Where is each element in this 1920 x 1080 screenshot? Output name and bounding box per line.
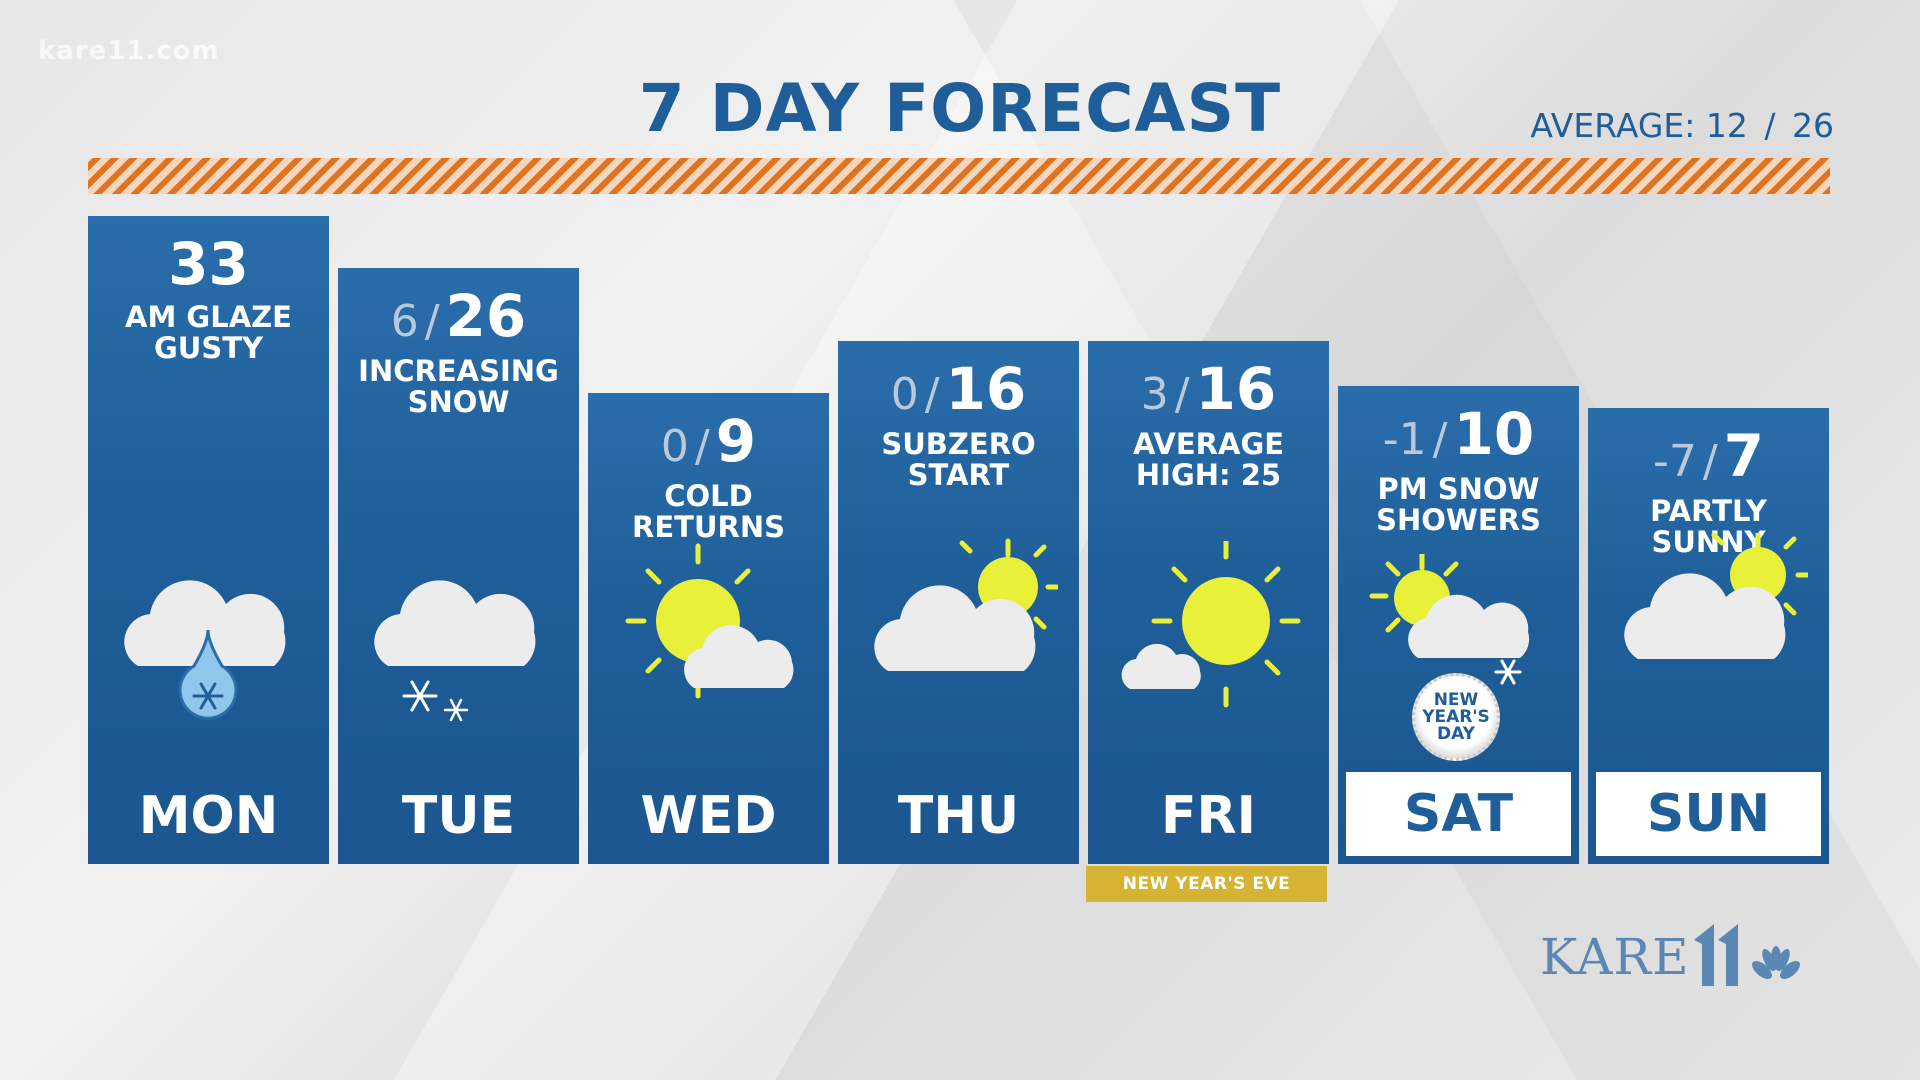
temperature-row: 0/16 (890, 355, 1027, 423)
average-label: AVERAGE: (1530, 106, 1696, 145)
condition-line: PM SNOW (1377, 472, 1540, 506)
high-temp: 9 (715, 407, 757, 475)
day-label: FRI (1161, 786, 1256, 846)
condition-line: START (907, 458, 1010, 492)
low-temp: -7 (1652, 436, 1697, 487)
low-temp: 6 (390, 296, 419, 347)
high-temp: 33 (168, 230, 249, 298)
day-label: MON (138, 786, 279, 846)
temperature-row: 6/26 (390, 282, 527, 350)
day-label: TUE (401, 786, 516, 846)
condition-text: COLD RETURNS (588, 481, 829, 543)
condition-text: AVERAGE HIGH: 25 (1088, 429, 1329, 491)
high-temp: 26 (445, 282, 527, 350)
forecast-column-sun: -7/7 PARTLY SUNNY SUN (1588, 408, 1829, 864)
condition-line: INCREASING (358, 354, 559, 388)
low-temp: 0 (660, 421, 689, 472)
day-label-box: SUN (1596, 772, 1821, 856)
cloud-freezing-rain-icon (124, 580, 286, 720)
high-temp: 16 (1195, 355, 1277, 423)
high-temp: 16 (945, 355, 1027, 423)
condition-text: INCREASING SNOW (338, 356, 579, 418)
day-label: THU (897, 786, 1020, 846)
average-separator: / (1764, 106, 1776, 145)
average-low: 12 (1705, 106, 1748, 145)
average-high: 26 (1792, 106, 1834, 145)
forecast-column-wed: 0/9 COLD RETURNS WED (588, 393, 829, 864)
temperature-row: 33 (88, 230, 329, 298)
orange-stripe-divider (88, 158, 1830, 194)
peacock-icon (1752, 946, 1800, 979)
low-temp: 0 (890, 369, 919, 420)
condition-line: GUSTY (153, 331, 264, 365)
badge-line: DAY (1437, 723, 1475, 744)
condition-line: SHOWERS (1376, 503, 1541, 537)
station-logo: KARE (1540, 920, 1800, 990)
low-temp: 3 (1140, 369, 1169, 420)
forecast-column-mon: 33 AM GLAZE GUSTY MON (88, 216, 329, 864)
condition-line: SNOW (407, 385, 510, 419)
day-label: WED (640, 786, 777, 846)
badge-line: YEAR'S (1422, 706, 1490, 727)
partly-cloudy-icon (874, 538, 1058, 671)
partly-cloudy-icon (1624, 533, 1808, 659)
average-temps: AVERAGE: 12 / 26 (1530, 106, 1834, 145)
condition-text: PM SNOW SHOWERS (1338, 474, 1579, 536)
forecast-column-tue: 6/26 INCREASING SNOW TUE (338, 268, 579, 864)
cloud-snow-icon (374, 580, 536, 722)
condition-text: SUBZERO START (838, 429, 1079, 491)
condition-line: PARTLY (1650, 494, 1767, 528)
forecast-column-thu: 0/16 SUBZERO START THU (838, 341, 1079, 864)
high-temp: 10 (1453, 400, 1535, 468)
low-temp: -1 (1382, 414, 1427, 465)
new-years-day-badge: NEW YEAR'S DAY (1412, 673, 1500, 761)
condition-line: COLD (664, 479, 753, 513)
condition-line: HIGH: 25 (1135, 458, 1282, 492)
badge-line: NEW (1433, 689, 1479, 710)
site-watermark: kare11.com (38, 36, 220, 66)
forecast-column-sat: -1/10 PM SNOW SHOWERS SAT (1338, 386, 1579, 864)
mostly-sunny-icon (625, 543, 794, 699)
condition-line: AVERAGE (1132, 427, 1285, 461)
forecast-column-fri: 3/16 AVERAGE HIGH: 25 FRI (1088, 341, 1329, 864)
condition-line: SUBZERO (881, 427, 1036, 461)
temperature-row: -1/10 (1382, 400, 1535, 468)
new-years-eve-banner: NEW YEAR'S EVE (1086, 866, 1327, 902)
eleven-logo-icon (1694, 924, 1738, 986)
temperature-row: -7/7 (1652, 422, 1765, 490)
sunny-icon (1121, 541, 1301, 708)
temperature-row: 3/16 (1140, 355, 1277, 423)
condition-text: AM GLAZE GUSTY (88, 302, 329, 364)
condition-line: AM GLAZE (125, 300, 292, 334)
day-label-box: SAT (1346, 772, 1571, 856)
temperature-row: 0/9 (660, 407, 757, 475)
high-temp: 7 (1723, 422, 1765, 490)
logo-text: KARE (1540, 928, 1690, 986)
